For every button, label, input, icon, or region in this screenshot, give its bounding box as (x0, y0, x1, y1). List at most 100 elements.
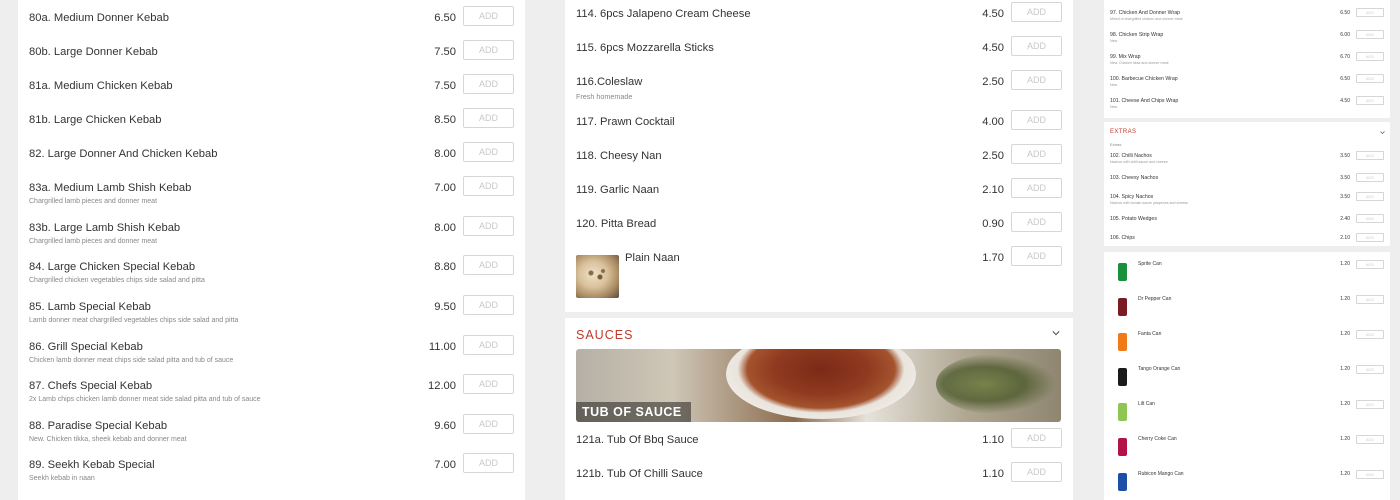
item-name: Fanta Can (1138, 331, 1162, 337)
list-item: 83b. Large Lamb Shish Kebab Chargrilled … (29, 216, 514, 256)
item-price: 8.00 (434, 222, 456, 234)
item-name: Sprite Can (1138, 261, 1162, 267)
item-name: 106. Chips (1110, 235, 1135, 241)
add-button[interactable]: ADD (463, 108, 514, 128)
item-price: 7.00 (434, 459, 456, 471)
list-item: 100. Barbecue Chicken Wrap New 6.50 ADD (1110, 74, 1384, 94)
add-button[interactable]: ADD (463, 216, 514, 236)
add-button[interactable]: ADD (1356, 435, 1384, 444)
add-button[interactable]: ADD (1011, 246, 1062, 266)
add-button[interactable]: ADD (463, 6, 514, 26)
add-button[interactable]: ADD (1356, 30, 1384, 39)
list-item: Tango Orange Can 1.20 ADD (1110, 365, 1384, 391)
add-button[interactable]: ADD (463, 142, 514, 162)
item-description: Chicken lamb donner meat chips side sala… (29, 357, 234, 364)
add-button[interactable]: ADD (1356, 260, 1384, 269)
item-name: 89. Seekh Kebab Special (29, 459, 155, 471)
drink-image (1110, 400, 1134, 424)
drink-image (1110, 260, 1134, 284)
add-button[interactable]: ADD (1356, 192, 1384, 201)
item-price: 12.00 (428, 380, 456, 392)
item-name: 120. Pitta Bread (576, 218, 657, 230)
item-description: Nachos with tomato sauce jalapenos and c… (1110, 201, 1189, 205)
list-item: Rubicon Mango Can 1.20 ADD (1110, 470, 1384, 496)
item-price: 7.50 (434, 46, 456, 58)
list-item: 83a. Medium Lamb Shish Kebab Chargrilled… (29, 176, 514, 216)
sauces-section-header[interactable]: SAUCES (576, 326, 1062, 346)
add-button[interactable]: ADD (1011, 144, 1062, 164)
add-button[interactable]: ADD (463, 374, 514, 394)
add-button[interactable]: ADD (1011, 462, 1062, 482)
item-description: New (1110, 83, 1118, 87)
section-title[interactable]: EXTRAS (1110, 129, 1136, 135)
item-description: New (1110, 39, 1118, 43)
add-button[interactable]: ADD (1356, 470, 1384, 479)
item-name: 83a. Medium Lamb Shish Kebab (29, 182, 192, 194)
add-button[interactable]: ADD (1356, 8, 1384, 17)
add-button[interactable]: ADD (1011, 178, 1062, 198)
item-name: 105. Potato Wedges (1110, 216, 1157, 222)
add-button[interactable]: ADD (1356, 365, 1384, 374)
drink-image (1110, 365, 1134, 389)
item-price: 8.80 (434, 261, 456, 273)
add-button[interactable]: ADD (463, 414, 514, 434)
item-price: 1.20 (1340, 296, 1350, 302)
item-description: 2x Lamb chips chicken lamb donner meat s… (29, 396, 261, 403)
section-title: SAUCES (576, 328, 634, 342)
add-button[interactable]: ADD (1356, 173, 1384, 182)
item-price: 1.10 (982, 468, 1004, 480)
add-button[interactable]: ADD (463, 74, 514, 94)
add-button[interactable]: ADD (1356, 214, 1384, 223)
item-price: 7.00 (434, 182, 456, 194)
list-item: 118. Cheesy Nan 2.50 ADD (576, 144, 1062, 180)
list-item: 120. Pitta Bread 0.90 ADD (576, 212, 1062, 248)
add-button[interactable]: ADD (1356, 151, 1384, 160)
add-button[interactable]: ADD (1356, 74, 1384, 83)
item-price: 8.00 (434, 148, 456, 160)
add-button[interactable]: ADD (463, 295, 514, 315)
add-button[interactable]: ADD (1011, 2, 1062, 22)
list-item: 98. Chicken Strip Wrap New 6.00 ADD (1110, 30, 1384, 50)
item-description: Mixed of chargrilled chicken and donner … (1110, 17, 1183, 21)
add-button[interactable]: ADD (1011, 70, 1062, 90)
add-button[interactable]: ADD (1356, 233, 1384, 242)
item-price: 2.40 (1340, 216, 1350, 222)
add-button[interactable]: ADD (1011, 110, 1062, 130)
list-item: 80a. Medium Donner Kebab 6.50 ADD (29, 6, 514, 46)
extras-section-panel: EXTRAS Extras 102. Chilli Nachos Nachos … (1104, 122, 1390, 246)
item-description: Chargrilled lamb pieces and donner meat (29, 238, 158, 245)
add-button[interactable]: ADD (1011, 36, 1062, 56)
item-description: Chargrilled lamb pieces and donner meat (29, 198, 158, 205)
drink-image (1110, 470, 1134, 494)
add-button[interactable]: ADD (1356, 96, 1384, 105)
add-button[interactable]: ADD (1356, 330, 1384, 339)
add-button[interactable]: ADD (1356, 295, 1384, 304)
list-item: 89. Seekh Kebab Special Seekh kebab in n… (29, 453, 514, 493)
item-price: 1.20 (1340, 331, 1350, 337)
list-item: 81b. Large Chicken Kebab 8.50 ADD (29, 108, 514, 148)
list-item: 119. Garlic Naan 2.10 ADD (576, 178, 1062, 214)
add-button[interactable]: ADD (1011, 428, 1062, 448)
list-item: Lilt Can 1.20 ADD (1110, 400, 1384, 426)
add-button[interactable]: ADD (463, 255, 514, 275)
add-button[interactable]: ADD (1356, 52, 1384, 61)
item-description: New. Chicken tikka and donner meat (1110, 61, 1169, 65)
sides-section-panel: 114. 6pcs Jalapeno Cream Cheese 4.50 ADD… (565, 0, 1073, 312)
list-item: Sprite Can 1.20 ADD (1110, 260, 1384, 286)
sauce-bowl-graphic (726, 349, 916, 419)
add-button[interactable]: ADD (1356, 400, 1384, 409)
add-button[interactable]: ADD (1011, 212, 1062, 232)
list-item: 82. Large Donner And Chicken Kebab 8.00 … (29, 142, 514, 182)
item-price: 9.60 (434, 420, 456, 432)
item-price: 6.00 (1340, 32, 1350, 38)
add-button[interactable]: ADD (463, 335, 514, 355)
list-item: 105. Potato Wedges 2.40 ADD (1110, 214, 1384, 234)
add-button[interactable]: ADD (463, 40, 514, 60)
item-price: 3.50 (1340, 153, 1350, 159)
list-item: Dr Pepper Can 1.20 ADD (1110, 295, 1384, 321)
list-item: 97. Chicken And Donner Wrap Mixed of cha… (1110, 8, 1384, 28)
add-button[interactable]: ADD (463, 176, 514, 196)
list-item: 117. Prawn Cocktail 4.00 ADD (576, 110, 1062, 146)
item-description: Chargrilled chicken vegetables chips sid… (29, 277, 205, 284)
add-button[interactable]: ADD (463, 453, 514, 473)
